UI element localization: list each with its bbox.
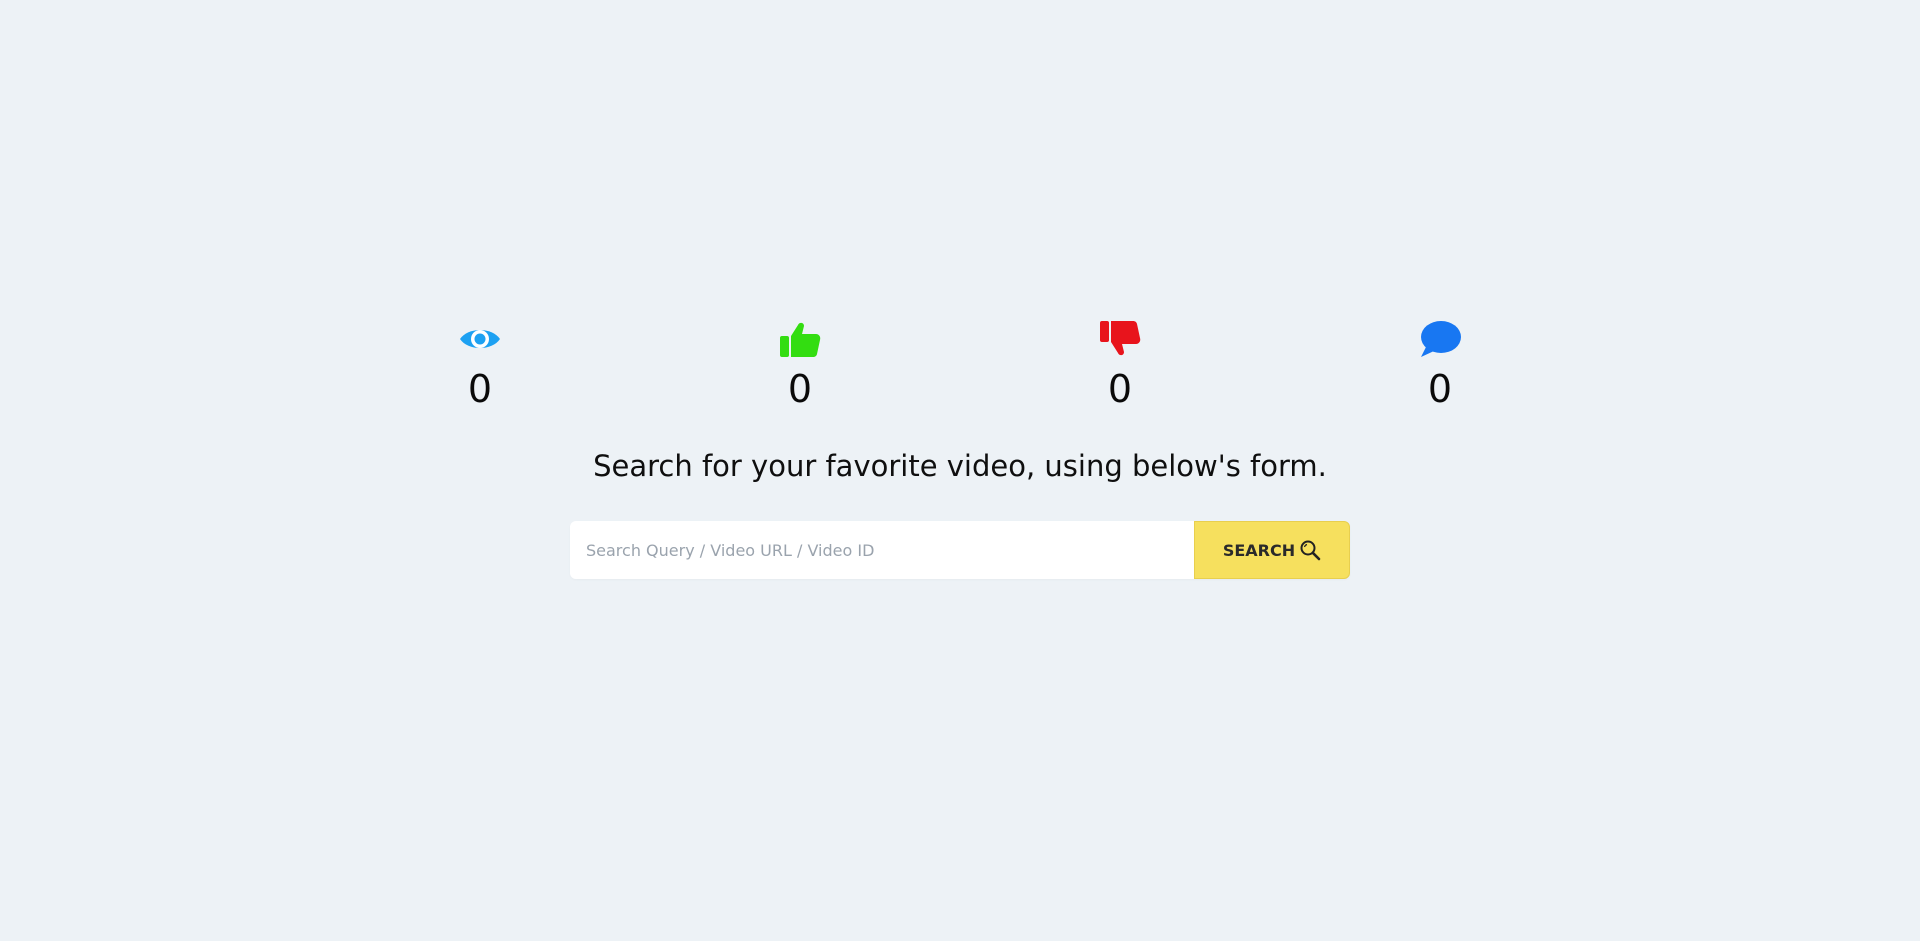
magnifier-icon — [1299, 539, 1321, 561]
search-form: SEARCH — [570, 521, 1350, 579]
eye-icon — [458, 317, 502, 361]
thumbs-down-icon — [1098, 317, 1142, 361]
likes-count: 0 — [787, 367, 813, 411]
search-button[interactable]: SEARCH — [1194, 521, 1350, 579]
stats-row: 0 0 0 0 — [0, 317, 1920, 417]
stat-comments: 0 — [1360, 317, 1520, 409]
stat-likes: 0 — [720, 317, 880, 409]
search-input[interactable] — [570, 521, 1194, 579]
comment-icon — [1418, 317, 1462, 361]
page: 0 0 0 0 Search for your favorite video, … — [0, 0, 1920, 941]
stat-views: 0 — [400, 317, 560, 409]
page-headline: Search for your favorite video, using be… — [593, 449, 1327, 483]
comments-count: 0 — [1427, 367, 1453, 411]
views-count: 0 — [467, 367, 493, 411]
stat-dislikes: 0 — [1040, 317, 1200, 409]
thumbs-up-icon — [778, 317, 822, 361]
dislikes-count: 0 — [1107, 367, 1133, 411]
search-button-label: SEARCH — [1222, 540, 1296, 560]
